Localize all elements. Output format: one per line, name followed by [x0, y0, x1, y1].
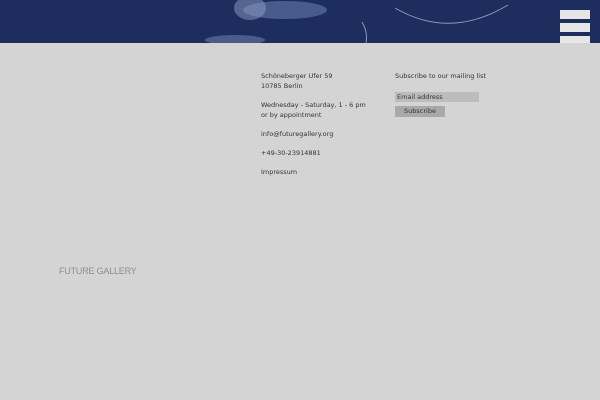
menu-bar: [560, 36, 590, 43]
hours-line-2: or by appointment: [261, 111, 322, 119]
newsletter-form: Subscribe to our mailing list Subscribe: [395, 71, 495, 117]
menu-bar: [560, 23, 590, 32]
address: Schöneberger Ufer 59 10785 Berlin: [261, 71, 381, 91]
impressum-paragraph: Impressum: [261, 167, 381, 177]
contact-info: Schöneberger Ufer 59 10785 Berlin Wednes…: [261, 71, 381, 186]
menu-bar: [560, 10, 590, 19]
email-paragraph: info@futuregallery.org: [261, 129, 381, 139]
address-line-2: 10785 Berlin: [261, 82, 303, 90]
phone-paragraph: +49-30-23914881: [261, 148, 381, 158]
hero-artwork-image: [0, 0, 600, 43]
newsletter-title: Subscribe to our mailing list: [395, 72, 487, 80]
address-line-1: Schöneberger Ufer 59: [261, 72, 333, 80]
email-field[interactable]: [395, 92, 479, 102]
brand-logo[interactable]: FUTURE GALLERY: [59, 266, 137, 276]
email-link[interactable]: info@futuregallery.org: [261, 130, 333, 138]
hours-line-1: Wednesday - Saturday, 1 - 6 pm: [261, 101, 366, 109]
hero-banner: [0, 0, 600, 43]
subscribe-button[interactable]: Subscribe: [395, 106, 445, 117]
phone-link[interactable]: +49-30-23914881: [261, 149, 321, 157]
opening-hours: Wednesday - Saturday, 1 - 6 pm or by app…: [261, 100, 381, 120]
impressum-link[interactable]: Impressum: [261, 168, 297, 176]
hamburger-menu-icon[interactable]: [560, 10, 590, 43]
